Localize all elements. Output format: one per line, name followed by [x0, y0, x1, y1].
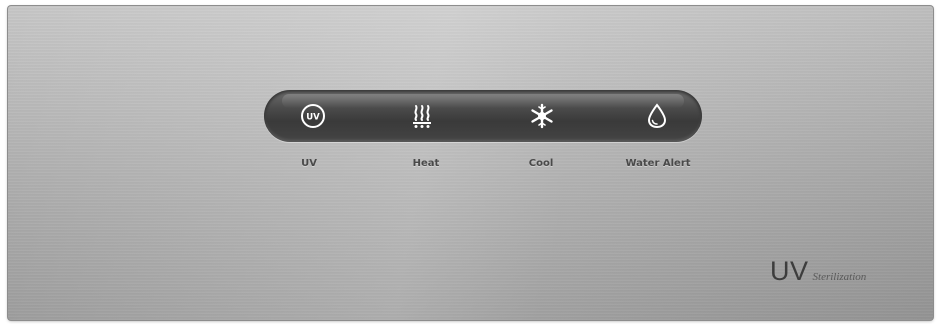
- brand-sub-text: Sterilization: [812, 271, 867, 283]
- heat-button[interactable]: [402, 96, 442, 136]
- water-drop-icon: [647, 103, 667, 129]
- control-button-bar: UV: [264, 90, 702, 142]
- uv-button[interactable]: UV: [293, 96, 333, 136]
- brand-main-text: UV: [770, 256, 809, 286]
- brand-logo: UV Sterilization: [770, 256, 866, 287]
- cool-button[interactable]: [522, 96, 562, 136]
- appliance-control-panel: UV UV Heat Cool Water Alert UV Steriliza…: [8, 6, 933, 320]
- heat-label: Heat: [412, 158, 440, 169]
- water-alert-button[interactable]: [637, 96, 677, 136]
- uv-icon: UV: [301, 104, 325, 128]
- heat-icon: [413, 105, 431, 128]
- water-alert-label: Water Alert: [625, 158, 691, 169]
- svg-text:UV: UV: [306, 113, 320, 123]
- uv-label: UV: [301, 158, 317, 169]
- cool-label: Cool: [528, 158, 554, 169]
- snowflake-icon: [531, 103, 553, 129]
